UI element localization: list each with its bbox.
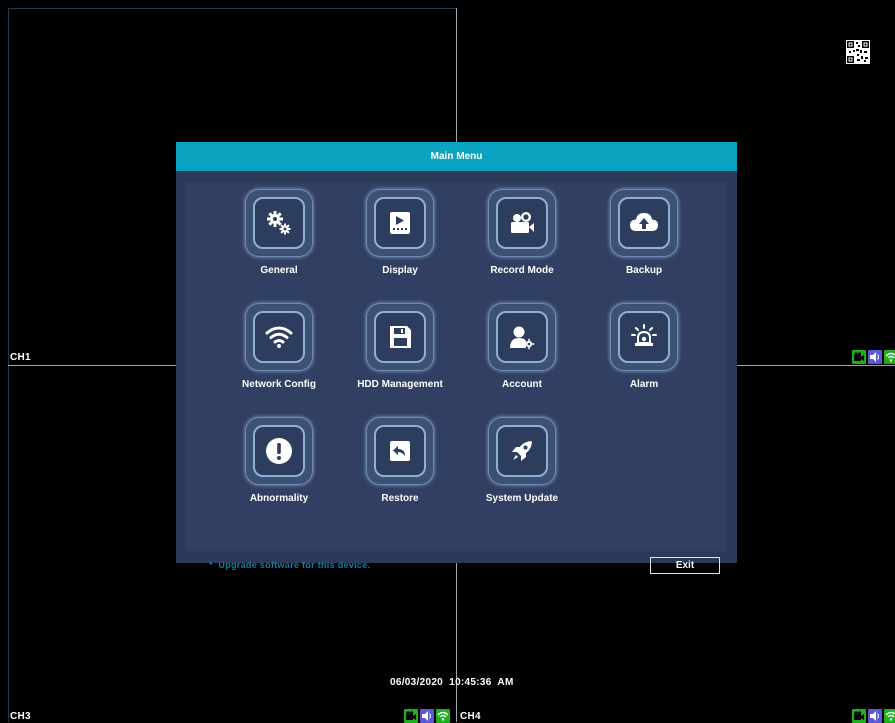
menu-item-label: Record Mode	[490, 265, 554, 276]
camera-icon	[496, 197, 548, 249]
menu-item-label: General	[260, 265, 298, 276]
display-icon	[374, 197, 426, 249]
wifi-icon	[253, 311, 305, 363]
menu-item-hdd-management[interactable]: HDD Management	[345, 303, 455, 390]
channel-label-ch1: CH1	[10, 352, 31, 363]
floppy-icon	[374, 311, 426, 363]
audio-icon	[868, 350, 882, 364]
exit-button[interactable]: Exit	[650, 557, 720, 574]
menu-item-label: System Update	[485, 493, 559, 504]
dialog-title: Main Menu	[176, 142, 737, 171]
menu-item-label: Restore	[381, 493, 419, 504]
menu-item-alarm[interactable]: Alarm	[589, 303, 699, 390]
menu-item-record-mode[interactable]: Record Mode	[467, 189, 577, 276]
audio-icon	[868, 709, 882, 723]
restore-icon	[374, 425, 426, 477]
menu-item-system-update[interactable]: System Update	[467, 417, 577, 504]
menu-item-label: HDD Management	[357, 379, 443, 390]
main-menu-dialog: Main Menu General Display Record Mode Ba…	[176, 142, 737, 574]
menu-grid: General Display Record Mode Backup Netwo…	[185, 182, 726, 574]
menu-item-label: Alarm	[629, 379, 659, 390]
record-icon	[404, 709, 418, 723]
menu-item-label: Backup	[625, 265, 663, 276]
menu-item-abnormality[interactable]: Abnormality	[224, 417, 334, 504]
record-icon	[852, 709, 866, 723]
menu-item-account[interactable]: Account	[467, 303, 577, 390]
channel-label-ch3: CH3	[10, 711, 31, 722]
record-icon	[852, 350, 866, 364]
account-icon	[496, 311, 548, 363]
exclamation-icon	[253, 425, 305, 477]
timestamp: 06/03/2020 10:45:36 AM	[390, 677, 514, 688]
menu-item-label: Abnormality	[249, 493, 309, 504]
qr-code-icon[interactable]	[846, 40, 870, 64]
grid-border-top	[8, 8, 456, 9]
menu-item-general[interactable]: General	[224, 189, 334, 276]
menu-item-backup[interactable]: Backup	[589, 189, 699, 276]
rocket-icon	[496, 425, 548, 477]
menu-item-label: Display	[382, 265, 418, 276]
alarm-icon	[618, 311, 670, 363]
menu-item-display[interactable]: Display	[345, 189, 455, 276]
menu-item-label: Account	[502, 379, 542, 390]
channel-label-ch4: CH4	[460, 711, 481, 722]
status-icons-ch4	[852, 709, 895, 723]
menu-item-label: Network Config	[242, 379, 316, 390]
hint-text: * Upgrade software for this device.	[209, 560, 371, 570]
network-icon	[884, 709, 895, 723]
status-icons-ch2	[852, 350, 895, 364]
network-icon	[436, 709, 450, 723]
menu-item-restore[interactable]: Restore	[345, 417, 455, 504]
network-icon	[884, 350, 895, 364]
audio-icon	[420, 709, 434, 723]
status-icons-ch3	[404, 709, 450, 723]
gear-icon	[253, 197, 305, 249]
grid-divider-horizontal-right	[737, 365, 895, 366]
menu-item-network-config[interactable]: Network Config	[224, 303, 334, 390]
cloud-upload-icon	[618, 197, 670, 249]
